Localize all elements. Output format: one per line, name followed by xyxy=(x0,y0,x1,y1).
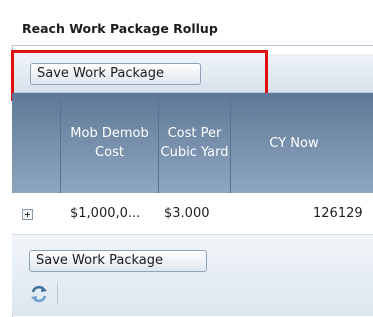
toolbar-divider xyxy=(57,283,58,305)
grid-header: Mob Demob Cost Cost Per Cubic Yard CY No… xyxy=(12,93,373,193)
panel-title: Reach Work Package Rollup xyxy=(22,21,218,36)
cell-mob-demob-cost: $1,000,0... xyxy=(70,206,141,221)
table-row[interactable]: $1,000,0... $3.000 126129 xyxy=(12,194,373,235)
column-header-cy-now[interactable]: CY Now xyxy=(231,93,373,193)
cell-cost-per-cy: $3.000 xyxy=(164,206,210,221)
bottom-toolbar xyxy=(12,235,373,316)
column-header-cost-per-cubic-yard[interactable]: Cost Per Cubic Yard xyxy=(159,93,231,193)
cell-cy-now: 126129 xyxy=(313,206,363,221)
column-header-expander xyxy=(12,93,61,193)
save-work-package-button-bottom[interactable]: Save Work Package xyxy=(29,250,207,272)
column-header-mob-demob-cost[interactable]: Mob Demob Cost xyxy=(61,93,159,193)
refresh-icon[interactable] xyxy=(28,283,50,305)
expand-row-icon[interactable] xyxy=(22,209,33,220)
